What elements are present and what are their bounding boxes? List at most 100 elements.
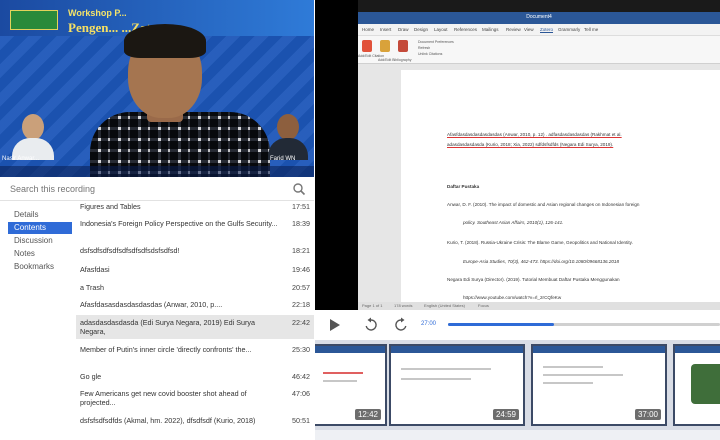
sidebar-item-contents[interactable]: Contents	[8, 222, 72, 234]
body-line: Afasfdasdasdasdasdasdas (Anwar, 2010, p.…	[447, 132, 622, 137]
participant-right-head	[277, 114, 299, 140]
status-page: Page 1 of 1	[362, 303, 383, 308]
body-line: adasdasdasdasda (Kurio, 2018; Xia, 2022)…	[447, 142, 614, 147]
organizer-logo	[10, 10, 58, 30]
thumbnail-strip-footer	[315, 430, 720, 440]
tab-draw[interactable]: Draw	[398, 27, 409, 32]
video-lower-bar	[0, 166, 314, 177]
contents-row-time: 18:21	[292, 246, 310, 255]
contents-row[interactable]: dsfsdfsdfsdfsdfsdfsdfsdsfsdfsd! 18:21	[76, 245, 314, 257]
unlink-citations-label[interactable]: Unlink Citations	[418, 52, 442, 56]
contents-row-time: 20:57	[292, 283, 310, 292]
contents-row[interactable]: Afasfdasasdasdasdasdas (Anwar, 2010, p..…	[76, 299, 314, 311]
thumbnail-line	[323, 372, 363, 374]
search-icon[interactable]	[292, 182, 306, 196]
recording-sidebar: Details Contents Discussion Notes Bookma…	[0, 201, 76, 440]
tab-grammarly[interactable]: Grammarly	[558, 27, 580, 32]
contents-row[interactable]: Few Americans get new covid booster shot…	[76, 388, 314, 408]
contents-row-selected[interactable]: adasdasdasdasda (Edi Surya Negara, 2019)…	[76, 315, 314, 339]
contents-row[interactable]: Afasfdasi 19:46	[76, 264, 314, 276]
sidebar-item-discussion[interactable]: Discussion	[8, 235, 72, 247]
contents-row-time: 50:51	[292, 416, 310, 425]
add-bibliography-icon[interactable]	[380, 40, 390, 52]
contents-row-time: 25:30	[292, 345, 310, 354]
bibliography-line: Europe-Asia Studies, 70(3), 462-473. htt…	[463, 259, 620, 264]
play-icon[interactable]	[327, 317, 343, 333]
search-input[interactable]	[10, 181, 280, 197]
add-bibliography-label: Add/Edit Bibliography	[378, 58, 412, 62]
status-words: 178 words	[394, 303, 413, 308]
contents-row[interactable]: a Trash 20:57	[76, 282, 314, 294]
participant-right-name: Farid WN	[270, 156, 296, 162]
thumbnail-strip: 12:42 24:59 37:00	[315, 340, 720, 440]
tab-view[interactable]: View	[524, 27, 534, 32]
contents-row-title: Figures and Tables	[80, 202, 141, 211]
contents-row[interactable]: Indonesia's Foreign Policy Perspective o…	[76, 218, 314, 238]
tab-design[interactable]: Design	[414, 27, 428, 32]
playback-controls: 27:00	[315, 310, 720, 340]
contents-row[interactable]: Figures and Tables 17:51	[76, 201, 314, 213]
thumbnail-time: 24:59	[492, 409, 519, 420]
tab-insert[interactable]: Insert	[380, 27, 391, 32]
tab-zotero[interactable]: Zotero	[540, 27, 553, 32]
thumbnail-line	[543, 374, 623, 376]
thumbnail-line	[543, 382, 593, 384]
progress-fill	[448, 323, 555, 326]
contents-row-time: 46:42	[292, 372, 310, 381]
contents-row-time: 22:42	[292, 318, 310, 327]
thumbnail-line	[543, 366, 603, 368]
bibliography-heading: Daftar Pustaka	[447, 184, 480, 189]
refresh-label[interactable]: Refresh	[418, 46, 430, 50]
contents-row-time: 22:18	[292, 300, 310, 309]
bibliography-line: Anwar, D. F. (2010). The impact of domes…	[447, 202, 640, 207]
screen-share[interactable]: Document4 Home Insert Draw Design Layout…	[315, 0, 720, 310]
webcam-video[interactable]: Workshop P... Pengen... ...Zotero Nasir …	[0, 0, 314, 177]
thumbnail-line	[323, 380, 357, 382]
document-preferences-icon[interactable]	[398, 40, 408, 52]
sidebar-item-bookmarks[interactable]: Bookmarks	[8, 261, 72, 273]
thumbnail[interactable]	[673, 344, 720, 426]
document-canvas: Afasfdasdasdasdasdasdas (Anwar, 2010, p.…	[358, 64, 720, 302]
contents-row-title: Indonesia's Foreign Policy Perspective o…	[80, 219, 278, 228]
thumbnail-titlebar	[675, 346, 720, 353]
thumbnail[interactable]: 24:59	[389, 344, 525, 426]
recording-viewer: Workshop P... Pengen... ...Zotero Nasir …	[0, 0, 720, 440]
progress-track[interactable]	[448, 323, 720, 326]
contents-row-time: 19:46	[292, 265, 310, 274]
thumbnail-titlebar	[533, 346, 665, 353]
participant-left-name: Nasir Anwar...	[2, 156, 40, 162]
contents-row[interactable]: Member of Putin's inner circle 'directly…	[76, 344, 314, 364]
thumbnail[interactable]: 12:42	[315, 344, 387, 426]
tab-layout[interactable]: Layout	[434, 27, 448, 32]
thumbnail[interactable]: 37:00	[531, 344, 667, 426]
document-preferences-label[interactable]: Document Preferences	[418, 40, 454, 44]
tab-review[interactable]: Review	[506, 27, 521, 32]
participant-left-head	[22, 114, 44, 140]
tab-mailings[interactable]: Mailings	[482, 27, 499, 32]
contents-row-title: Few Americans get new covid booster shot…	[80, 389, 247, 407]
contents-row-time: 18:39	[292, 219, 310, 228]
zotero-ribbon: Add/Edit Citation Add/Edit Bibliography …	[358, 36, 720, 64]
thumbnail-line	[401, 368, 491, 370]
forward-icon[interactable]	[393, 317, 409, 333]
contents-row[interactable]: dsfsfsdfsdfds (Akmal, hm. 2022), dfsdfsd…	[76, 415, 314, 435]
contents-row-title: Afasfdasi	[80, 265, 110, 274]
sidebar-item-details[interactable]: Details	[8, 209, 72, 221]
tab-references[interactable]: References	[454, 27, 477, 32]
contents-row-title: dsfsdfsdfsdfsdfsdfsdfsdsfsdfsd!	[80, 246, 180, 255]
tab-home[interactable]: Home	[362, 27, 374, 32]
sidebar-item-notes[interactable]: Notes	[8, 248, 72, 260]
contents-row-title: a Trash	[80, 283, 104, 292]
contents-row[interactable]: Go gle 46:42	[76, 371, 314, 383]
rewind-icon[interactable]	[363, 317, 379, 333]
document-title: Document4	[526, 14, 552, 20]
banner-title-line-1: Workshop P...	[68, 8, 127, 18]
word-status-bar: Page 1 of 1 178 words English (United St…	[358, 302, 720, 310]
tab-tell-me[interactable]: Tell me	[584, 27, 598, 32]
add-citation-icon[interactable]	[362, 40, 372, 52]
contents-row-time: 17:51	[292, 202, 310, 211]
thumbnail-time: 12:42	[354, 409, 381, 420]
word-title-bar: Document4	[358, 12, 720, 24]
contents-list: Figures and Tables 17:51 Indonesia's For…	[76, 198, 314, 440]
document-page[interactable]: Afasfdasdasdasdasdasdas (Anwar, 2010, p.…	[401, 70, 720, 302]
